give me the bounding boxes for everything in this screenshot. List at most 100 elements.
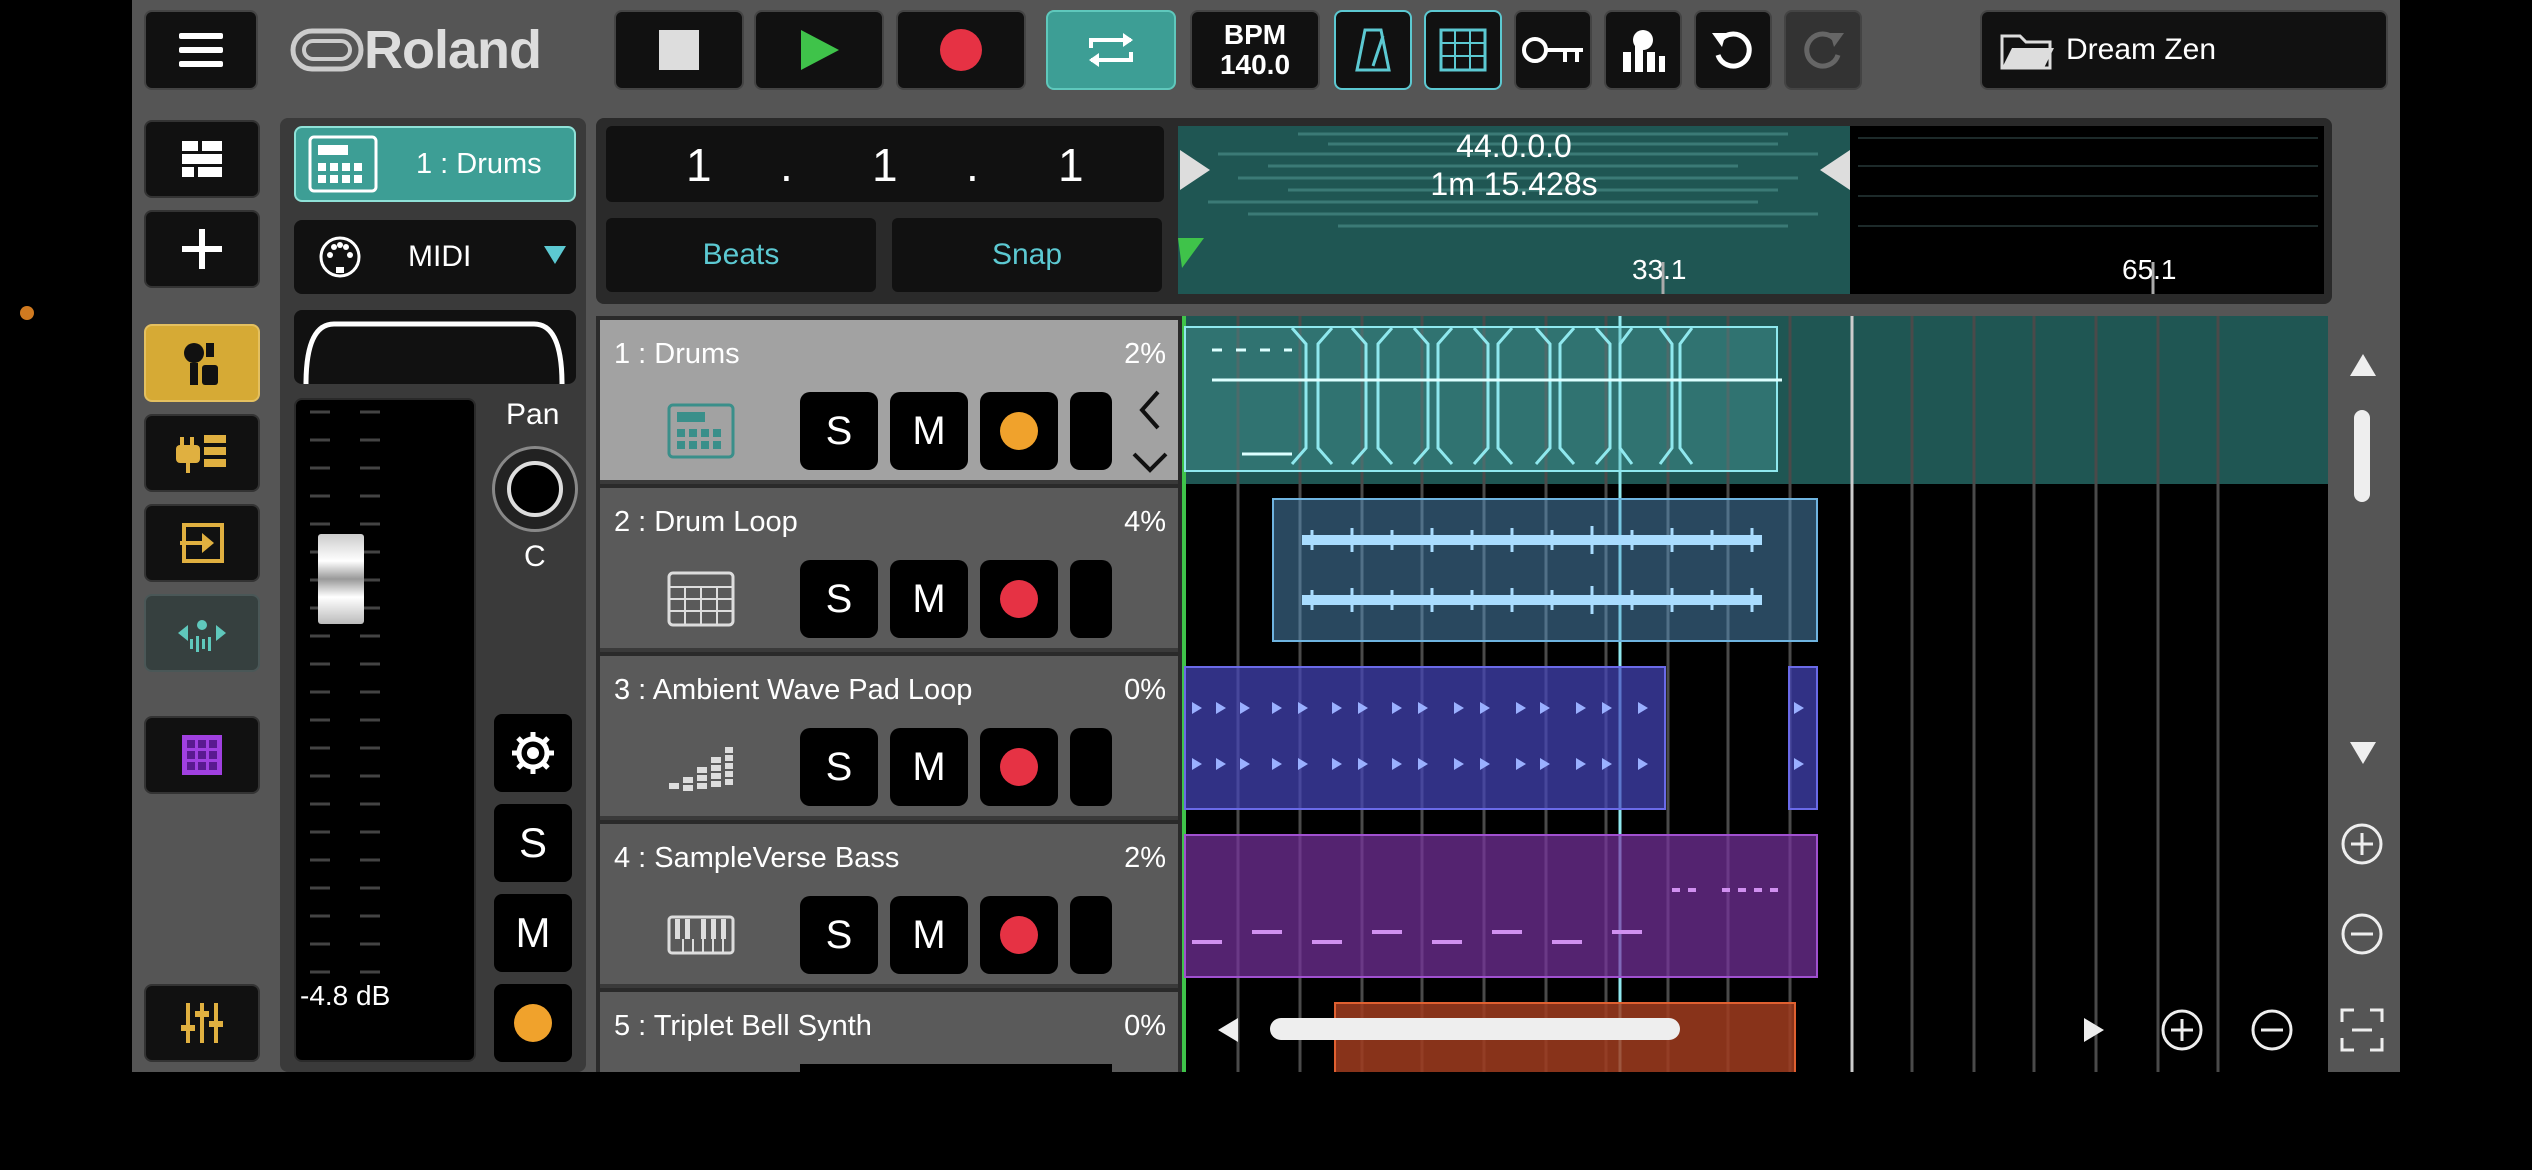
volume-db: -4.8 dB xyxy=(300,980,391,1011)
track-header-2[interactable]: 2 : Drum Loop 4% S M xyxy=(600,488,1178,652)
input-label: MIDI xyxy=(408,240,472,273)
record-arm-icon xyxy=(1000,916,1038,954)
menu-button[interactable] xyxy=(144,10,258,90)
mixer-button[interactable] xyxy=(144,984,260,1062)
keyboard-icon xyxy=(666,906,736,964)
solo-button[interactable]: S xyxy=(800,896,878,974)
track-extra-button[interactable] xyxy=(1070,560,1112,638)
loop-start-marker-icon[interactable] xyxy=(1180,150,1212,190)
mute-button[interactable]: M xyxy=(890,392,968,470)
import-icon xyxy=(180,523,224,563)
project-button[interactable]: Dream Zen xyxy=(1980,10,2388,90)
position-display[interactable]: 1 . 1 . 1 xyxy=(606,126,1164,202)
scroll-down-icon[interactable] xyxy=(2350,742,2376,764)
pan-knob[interactable] xyxy=(492,446,578,532)
gear-icon xyxy=(512,732,554,774)
key-button[interactable] xyxy=(1514,10,1592,90)
loop-end-marker-icon[interactable] xyxy=(1818,150,1850,190)
mute-button[interactable]: M xyxy=(890,560,968,638)
scroll-up-icon[interactable] xyxy=(2350,354,2376,376)
hamburger-icon xyxy=(179,33,223,67)
inspector-record-arm-button[interactable] xyxy=(494,984,572,1062)
inspector-solo-button[interactable]: S xyxy=(494,804,572,882)
solo-button[interactable]: S xyxy=(800,728,878,806)
add-track-button[interactable] xyxy=(144,210,260,288)
track-extra-button[interactable] xyxy=(1070,392,1112,470)
position-sep-2: . xyxy=(966,139,979,191)
zoom-out-horizontal-icon[interactable] xyxy=(2250,1008,2294,1052)
track-percent: 4% xyxy=(1124,506,1166,538)
scroll-right-icon[interactable] xyxy=(2084,1018,2104,1042)
bpm-value: 140.0 xyxy=(1219,49,1291,80)
zoom-out-vertical-icon[interactable] xyxy=(2340,912,2384,956)
metronome-button[interactable] xyxy=(1334,10,1412,90)
beats-button[interactable]: Beats xyxy=(606,218,876,292)
scroll-left-icon[interactable] xyxy=(1218,1018,1238,1042)
mixer-mode-button[interactable] xyxy=(1604,10,1682,90)
zoom-in-horizontal-icon[interactable] xyxy=(2160,1008,2204,1052)
position-beat: 1 xyxy=(872,139,898,191)
play-button[interactable] xyxy=(754,10,884,90)
record-arm-icon xyxy=(1000,412,1038,450)
plugin-button[interactable] xyxy=(144,414,260,492)
bpm-display[interactable]: BPM 140.0 xyxy=(1190,10,1320,90)
mute-button[interactable]: M xyxy=(890,896,968,974)
track-settings-button[interactable] xyxy=(144,324,260,402)
drum-machine-icon xyxy=(308,135,378,193)
horizontal-scrollbar[interactable] xyxy=(1270,1018,1680,1040)
track-header-5[interactable]: 5 : Triplet Bell Synth 0% xyxy=(600,992,1178,1072)
folder-icon xyxy=(2000,34,2054,70)
import-button[interactable] xyxy=(144,504,260,582)
solo-button[interactable]: S xyxy=(800,392,878,470)
grid-pad-icon xyxy=(666,570,736,628)
pad-button[interactable] xyxy=(144,716,260,794)
record-arm-button[interactable] xyxy=(980,560,1058,638)
logo: Roland xyxy=(290,20,542,80)
position-sep-1: . xyxy=(780,139,793,191)
inspector-settings-button[interactable] xyxy=(494,714,572,792)
volume-fader[interactable]: -4.8 dB xyxy=(294,398,476,1062)
collapse-chevron-icon[interactable] xyxy=(1130,388,1170,478)
record-button[interactable] xyxy=(896,10,1026,90)
undo-button[interactable] xyxy=(1694,10,1772,90)
inspector-mute-button[interactable]: M xyxy=(494,894,572,972)
record-arm-button[interactable] xyxy=(980,728,1058,806)
mute-button[interactable]: M xyxy=(890,728,968,806)
midi-port-icon xyxy=(319,236,361,278)
track-header-3[interactable]: 3 : Ambient Wave Pad Loop 0% S M xyxy=(600,656,1178,820)
project-name: Dream Zen xyxy=(2066,33,2217,66)
key-icon xyxy=(1522,37,1583,63)
fit-screen-icon[interactable] xyxy=(2340,1008,2384,1052)
arrangement-area[interactable] xyxy=(1182,316,2328,1072)
track-header-4[interactable]: 4 : SampleVerse Bass 2% S M xyxy=(600,824,1178,988)
audio-edit-button[interactable] xyxy=(144,594,260,672)
track-extra-button[interactable] xyxy=(1070,896,1112,974)
track-percent: 2% xyxy=(1124,842,1166,874)
loop-button[interactable] xyxy=(1046,10,1176,90)
solo-button[interactable]: S xyxy=(800,560,878,638)
track-header-1[interactable]: 1 : Drums 2% S M xyxy=(600,320,1178,484)
plug-icon xyxy=(176,435,226,473)
snap-button[interactable]: Snap xyxy=(892,218,1162,292)
timeline-ruler[interactable]: 44.0.0.0 1m 15.428s 33.1 65.1 xyxy=(1178,126,2324,294)
fader-handle[interactable] xyxy=(318,534,364,624)
redo-button[interactable] xyxy=(1784,10,1862,90)
input-selector[interactable]: MIDI xyxy=(294,220,576,294)
roland-logo-icon xyxy=(290,28,364,72)
inspector-track-selector[interactable]: 1 : Drums xyxy=(294,126,576,202)
stop-button[interactable] xyxy=(614,10,744,90)
tool-settings-icon xyxy=(184,343,218,385)
record-arm-button[interactable] xyxy=(980,896,1058,974)
vertical-scrollbar[interactable] xyxy=(2354,410,2370,502)
grid-button[interactable] xyxy=(1424,10,1502,90)
position-bar: 1 xyxy=(686,139,712,191)
zoom-in-vertical-icon[interactable] xyxy=(2340,822,2384,866)
record-arm-button[interactable] xyxy=(980,392,1058,470)
inspector-track-label: 1 : Drums xyxy=(416,147,542,180)
fader-scale-icon xyxy=(310,410,380,974)
track-extra-button[interactable] xyxy=(1070,728,1112,806)
track-name: 2 : Drum Loop xyxy=(614,506,798,538)
playhead-marker-icon[interactable] xyxy=(1178,238,1204,268)
track-view-button[interactable] xyxy=(144,120,260,198)
sliders-icon xyxy=(181,1003,223,1043)
